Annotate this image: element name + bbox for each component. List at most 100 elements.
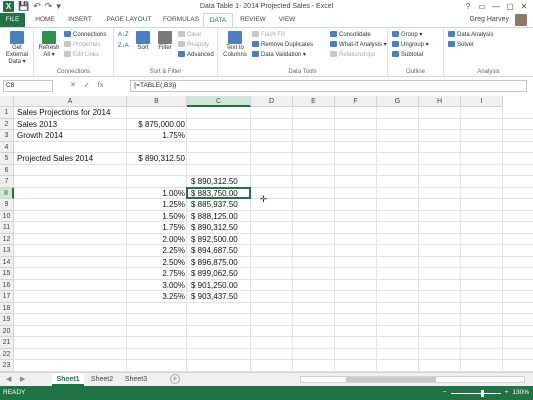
row-header-9[interactable]: 9: [0, 199, 14, 211]
next-sheet-icon[interactable]: ▶: [20, 375, 25, 383]
row-header-11[interactable]: 11: [0, 222, 14, 234]
get-external-data-button[interactable]: Get External Data ▾: [2, 31, 32, 66]
zoom-knob[interactable]: [480, 389, 484, 397]
row-header-14[interactable]: 14: [0, 256, 14, 268]
cell-b14[interactable]: 2.50%: [127, 257, 187, 269]
cell-b9[interactable]: 1.25%: [127, 199, 187, 211]
cell-c12[interactable]: $ 892,500.00: [191, 234, 238, 246]
column-header-i[interactable]: I: [461, 96, 503, 107]
cell-b12[interactable]: 2.00%: [127, 234, 187, 246]
tab-view[interactable]: VIEW: [273, 13, 301, 27]
sheet-tab-3[interactable]: Sheet3: [120, 373, 152, 386]
tab-home[interactable]: HOME: [30, 13, 60, 27]
formula-input[interactable]: {=TABLE(,B3)}: [130, 80, 527, 92]
scroll-thumb[interactable]: [346, 377, 436, 382]
row-header-10[interactable]: 10: [0, 210, 14, 222]
text-to-columns-button[interactable]: Text to Columns: [221, 31, 249, 59]
column-header-g[interactable]: G: [377, 96, 419, 107]
what-if-analysis-button[interactable]: What-If Analysis ▾: [330, 41, 387, 49]
advanced-button[interactable]: Advanced: [178, 51, 214, 59]
horizontal-scrollbar[interactable]: [300, 376, 525, 383]
consolidate-button[interactable]: Consolidate: [330, 31, 371, 39]
row-header-3[interactable]: 3: [0, 130, 14, 142]
column-header-e[interactable]: E: [293, 96, 335, 107]
enter-icon[interactable]: ✓: [84, 80, 90, 92]
cell-b2[interactable]: $ 875,000.00: [127, 119, 187, 131]
row-header-17[interactable]: 17: [0, 291, 14, 303]
relationships-button[interactable]: Relationships: [330, 51, 375, 59]
reapply-button[interactable]: Reapply: [178, 41, 209, 49]
tab-page-layout[interactable]: PAGE LAYOUT: [100, 13, 158, 27]
select-all-corner[interactable]: [0, 96, 14, 107]
column-header-c[interactable]: C: [187, 96, 251, 107]
zoom-level[interactable]: 130%: [512, 386, 529, 400]
zoom-out-icon[interactable]: −: [443, 386, 447, 400]
data-analysis-button[interactable]: Data Analysis: [448, 31, 493, 39]
filter-button[interactable]: Filter: [154, 31, 176, 52]
name-box[interactable]: C8: [3, 80, 53, 92]
cell-b5[interactable]: $ 890,312.50: [127, 153, 187, 165]
cancel-icon[interactable]: ✕: [70, 80, 76, 92]
cell-c13[interactable]: $ 894,687.50: [191, 245, 238, 257]
properties-button[interactable]: Properties: [64, 41, 100, 49]
cell-c9[interactable]: $ 885,937.50: [191, 199, 238, 211]
row-header-13[interactable]: 13: [0, 245, 14, 257]
ungroup-button[interactable]: Ungroup ▾: [392, 41, 429, 49]
cell-b16[interactable]: 3.00%: [127, 280, 187, 292]
tab-formulas[interactable]: FORMULAS: [160, 13, 202, 27]
cell-b13[interactable]: 2.25%: [127, 245, 187, 257]
user-name[interactable]: Greg Harvey: [469, 13, 509, 27]
tab-file[interactable]: FILE: [0, 13, 25, 27]
row-header-4[interactable]: 4: [0, 141, 14, 153]
add-sheet-icon[interactable]: +: [170, 374, 180, 384]
sort-button[interactable]: Sort: [132, 31, 154, 52]
zoom-in-icon[interactable]: +: [505, 386, 509, 400]
close-button[interactable]: ✕: [517, 0, 531, 13]
cell-a3[interactable]: Growth 2014: [17, 130, 63, 142]
row-header-15[interactable]: 15: [0, 268, 14, 280]
column-header-a[interactable]: A: [14, 96, 127, 107]
cell-c17[interactable]: $ 903,437.50: [191, 291, 238, 303]
row-header-8[interactable]: 8: [0, 187, 14, 199]
refresh-all-button[interactable]: Refresh All ▾: [36, 31, 62, 59]
zoom-slider[interactable]: [450, 389, 501, 397]
worksheet-grid[interactable]: ABCDEFGHI 1 2 3 4 5 6 7 8 9 10 11 12 13 14 15 16 17 18 19 2…: [0, 96, 533, 372]
solver-button[interactable]: Solver: [448, 41, 474, 49]
cell-c16[interactable]: $ 901,250.00: [191, 280, 238, 292]
group-button[interactable]: Group ▾: [392, 31, 422, 39]
column-header-f[interactable]: F: [335, 96, 377, 107]
cell-a1[interactable]: Sales Projections for 2014: [17, 107, 110, 119]
remove-duplicates-button[interactable]: Remove Duplicates: [252, 41, 313, 49]
sheet-tab-1[interactable]: Sheet1: [52, 373, 84, 386]
row-header-16[interactable]: 16: [0, 279, 14, 291]
cell-c15[interactable]: $ 899,062.50: [191, 268, 238, 280]
row-header-19[interactable]: 19: [0, 314, 14, 326]
sort-az-button[interactable]: A↓Z: [118, 31, 129, 39]
sheet-tab-2[interactable]: Sheet2: [86, 373, 118, 386]
tab-insert[interactable]: INSERT: [62, 13, 98, 27]
row-header-12[interactable]: 12: [0, 233, 14, 245]
row-header-7[interactable]: 7: [0, 176, 14, 188]
cell-c11[interactable]: $ 890,312.50: [191, 222, 238, 234]
row-header-23[interactable]: 23: [0, 360, 14, 372]
tab-data[interactable]: DATA: [203, 13, 233, 27]
maximize-button[interactable]: ▢: [503, 0, 517, 13]
help-button[interactable]: ?: [461, 0, 475, 13]
connections-button[interactable]: Connections: [64, 31, 106, 39]
data-validation-button[interactable]: Data Validation ▾: [252, 51, 306, 59]
edit-links-button[interactable]: Edit Links: [64, 51, 99, 59]
row-header-2[interactable]: 2: [0, 118, 14, 130]
row-header-21[interactable]: 21: [0, 337, 14, 349]
subtotal-button[interactable]: Subtotal: [392, 51, 423, 59]
avatar[interactable]: [515, 14, 527, 26]
row-header-22[interactable]: 22: [0, 348, 14, 360]
cell-b15[interactable]: 2.75%: [127, 268, 187, 280]
row-header-5[interactable]: 5: [0, 153, 14, 165]
minimize-button[interactable]: —: [489, 0, 503, 13]
row-header-6[interactable]: 6: [0, 164, 14, 176]
row-header-20[interactable]: 20: [0, 325, 14, 337]
cell-b17[interactable]: 3.25%: [127, 291, 187, 303]
column-header-h[interactable]: H: [419, 96, 461, 107]
insert-function-icon[interactable]: fx: [98, 80, 103, 92]
column-header-b[interactable]: B: [127, 96, 187, 107]
